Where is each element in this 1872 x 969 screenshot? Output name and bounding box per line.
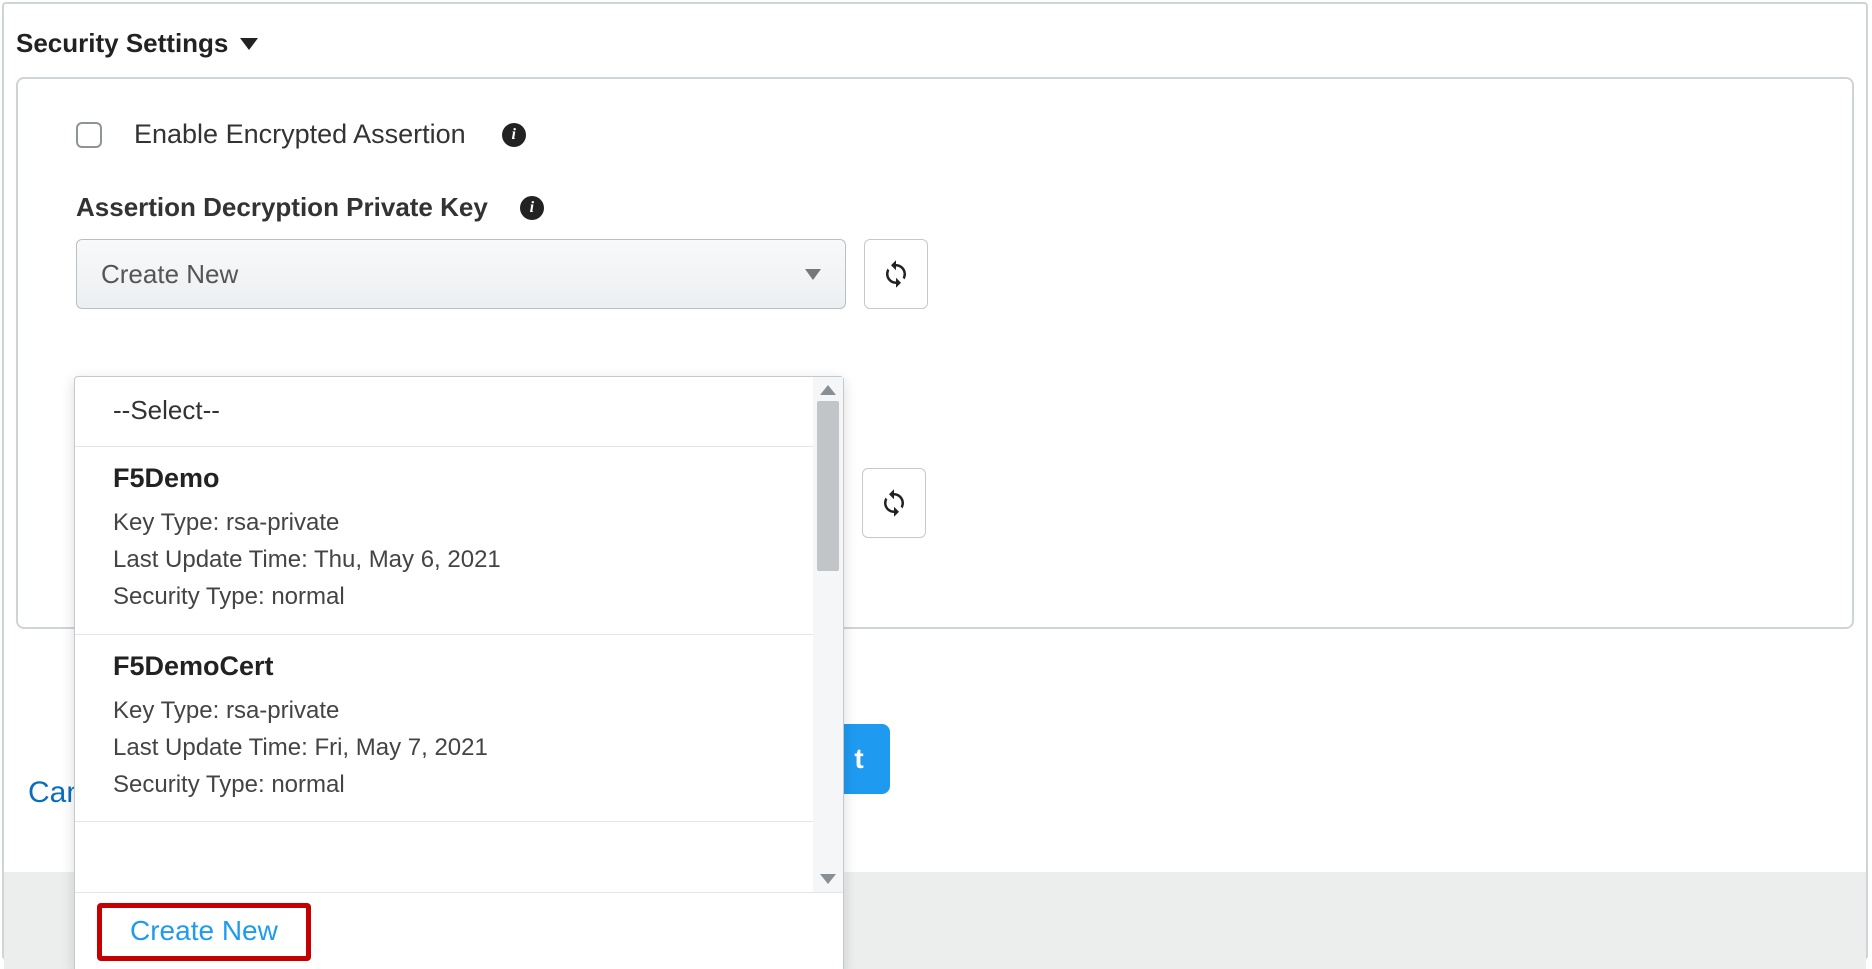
dropdown-placeholder[interactable]: --Select-- [75,377,843,447]
dropdown-scrollbar[interactable] [813,377,843,892]
refresh-button[interactable] [864,239,928,309]
enable-encrypted-checkbox[interactable] [76,122,102,148]
dropdown-item-meta: Key Type: rsa-private Last Update Time: … [113,504,805,616]
dropdown-item-f5demo[interactable]: F5Demo Key Type: rsa-private Last Update… [75,447,843,635]
assertion-key-label-text: Assertion Decryption Private Key [76,192,488,223]
refresh-icon [879,488,909,518]
section-title: Security Settings [16,28,228,59]
enable-encrypted-row: Enable Encrypted Assertion i [76,119,1794,150]
scroll-thumb[interactable] [817,401,839,571]
create-new-option[interactable]: Create New [97,903,311,961]
scroll-down-icon[interactable] [820,874,836,884]
dropdown-item-f5democert[interactable]: F5DemoCert Key Type: rsa-private Last Up… [75,635,843,823]
assertion-key-label: Assertion Decryption Private Key i [76,192,1794,223]
info-icon[interactable]: i [502,123,526,147]
refresh-icon [881,259,911,289]
assertion-key-dropdown: --Select-- F5Demo Key Type: rsa-private … [74,376,844,969]
security-settings-header[interactable]: Security Settings [4,4,1866,77]
assertion-key-select[interactable]: Create New [76,239,846,309]
next-button-text: t [854,743,863,775]
chevron-down-icon [805,269,821,280]
dropdown-footer: Create New [75,892,843,969]
dropdown-item-name: F5Demo [113,463,805,494]
scroll-up-icon[interactable] [820,385,836,395]
select-value: Create New [101,259,238,290]
dropdown-item-meta: Key Type: rsa-private Last Update Time: … [113,692,805,804]
dropdown-item-truncated[interactable] [75,822,843,850]
create-new-label: Create New [130,915,278,946]
refresh-button[interactable] [862,468,926,538]
info-icon[interactable]: i [520,196,544,220]
enable-encrypted-label: Enable Encrypted Assertion [134,119,466,150]
caret-down-icon [240,38,258,50]
dropdown-item-name: F5DemoCert [113,651,805,682]
